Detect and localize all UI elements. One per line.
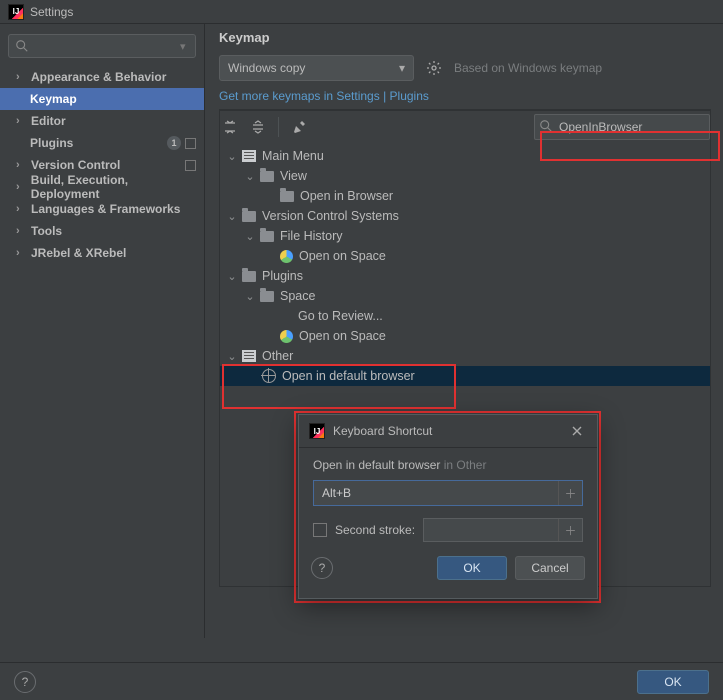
help-button[interactable]: ? [311,557,333,579]
tree-node[interactable]: Version Control Systems [262,209,399,223]
tree-node[interactable]: View [280,169,307,183]
sidebar-item-label: Version Control [31,158,120,172]
sidebar-item-label: Editor [31,114,66,128]
cancel-button[interactable]: Cancel [515,556,585,580]
get-more-keymaps-link[interactable]: Get more keymaps in Settings | Plugins [219,89,429,103]
window-titlebar: IJ Settings [0,0,723,24]
modified-indicator-icon [185,160,196,171]
folder-icon [242,271,256,282]
expand-all-icon[interactable] [220,117,240,137]
sidebar-search[interactable]: ▾ [8,34,196,58]
sidebar-item-label: Keymap [30,92,77,106]
window-title: Settings [30,5,73,19]
folder-icon [280,191,294,202]
globe-icon [262,369,276,383]
folder-icon [260,291,274,302]
shortcut-value: Alt+B [322,486,351,500]
edit-shortcut-icon[interactable] [289,117,309,137]
ok-button[interactable]: OK [437,556,507,580]
ok-button[interactable]: OK [637,670,709,694]
search-icon [539,119,553,133]
collapse-all-icon[interactable] [248,117,268,137]
add-shortcut-icon[interactable]: ＋ [558,481,582,505]
tree-node[interactable]: Plugins [262,269,303,283]
sidebar-item-tools[interactable]: ›Tools [0,220,204,242]
keymap-scheme-select[interactable]: Windows copy ▾ [219,55,414,81]
sidebar-item-label: Plugins [30,136,73,150]
sidebar-item-jrebel[interactable]: ›JRebel & XRebel [0,242,204,264]
folder-icon [260,171,274,182]
scheme-base-label: Based on Windows keymap [454,61,602,75]
second-stroke-checkbox[interactable] [313,523,327,537]
settings-sidebar: ▾ ›Appearance & Behavior Keymap ›Editor … [0,24,205,638]
space-icon [280,330,293,343]
add-shortcut-icon[interactable]: ＋ [558,519,582,541]
sidebar-item-label: JRebel & XRebel [31,246,126,260]
second-stroke-label: Second stroke: [335,523,415,537]
scheme-value: Windows copy [228,61,305,75]
keymap-action-tree[interactable]: ⌄Main Menu ⌄View Open in Browser ⌄Versio… [220,142,710,386]
action-filter-input[interactable] [534,114,710,140]
count-badge: 1 [167,136,181,150]
app-icon: IJ [8,4,24,20]
sidebar-item-plugins[interactable]: Plugins 1 [0,132,204,154]
tree-leaf[interactable]: Go to Review... [298,309,383,323]
tree-node[interactable]: Other [262,349,293,363]
sidebar-item-appearance[interactable]: ›Appearance & Behavior [0,66,204,88]
first-stroke-input[interactable]: Alt+B ＋ [313,480,583,506]
close-icon[interactable] [567,421,587,441]
menu-icon [242,350,256,362]
sidebar-item-label: Tools [31,224,62,238]
dialog-title: Keyboard Shortcut [333,424,432,438]
tree-leaf[interactable]: Open on Space [299,249,386,263]
tree-node[interactable]: Open in Browser [300,189,393,203]
chevron-down-icon: ▾ [399,61,405,75]
tree-node[interactable]: Main Menu [262,149,324,163]
action-name: Open in default browser [313,458,440,472]
search-icon [15,39,29,53]
dialog-subtitle: Open in default browser in Other [313,458,583,472]
keyboard-shortcut-dialog: IJ Keyboard Shortcut Open in default bro… [298,414,598,599]
tree-node[interactable]: Space [280,289,315,303]
tree-leaf-selected[interactable]: Open in default browser [282,369,415,383]
space-icon [280,250,293,263]
folder-icon [242,211,256,222]
dialog-footer-bar: ? OK [0,662,723,700]
tree-leaf[interactable]: Open on Space [299,329,386,343]
gear-icon[interactable] [426,60,442,76]
modified-indicator-icon [185,138,196,149]
second-stroke-input[interactable]: ＋ [423,518,583,542]
panel-heading: Keymap [219,26,711,55]
sidebar-item-label: Languages & Frameworks [31,202,180,216]
menu-icon [242,150,256,162]
action-context: in Other [444,458,487,472]
sidebar-item-keymap[interactable]: Keymap [0,88,204,110]
sidebar-item-editor[interactable]: ›Editor [0,110,204,132]
app-icon: IJ [309,423,325,439]
sidebar-item-lang[interactable]: ›Languages & Frameworks [0,198,204,220]
sidebar-item-label: Appearance & Behavior [31,70,166,84]
toolbar-divider [278,117,279,137]
sidebar-item-label: Build, Execution, Deployment [31,173,196,201]
help-button[interactable]: ? [14,671,36,693]
tree-node[interactable]: File History [280,229,343,243]
folder-icon [260,231,274,242]
sidebar-item-build[interactable]: ›Build, Execution, Deployment [0,176,204,198]
